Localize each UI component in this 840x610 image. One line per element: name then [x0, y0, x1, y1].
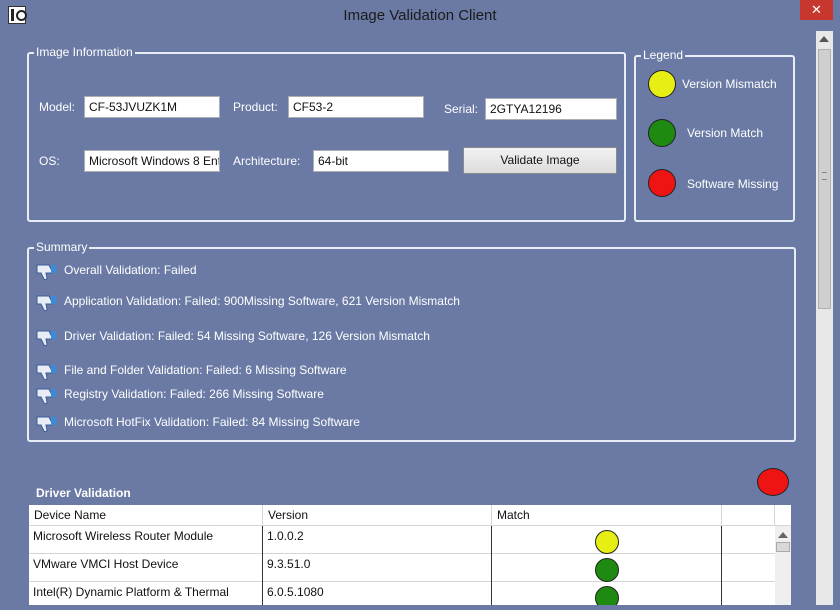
- model-field[interactable]: CF-53JVUZK1M: [84, 96, 220, 118]
- summary-text: Overall Validation: Failed: [64, 263, 197, 277]
- product-field[interactable]: CF53-2: [288, 96, 424, 118]
- title-bar: Image Validation Client ✕: [0, 0, 840, 31]
- legend-group: Legend Version Mismatch Version Match So…: [634, 48, 795, 222]
- scroll-up-arrow-icon[interactable]: [819, 36, 829, 42]
- summary-text: Registry Validation: Failed: 266 Missing…: [64, 387, 324, 401]
- architecture-field[interactable]: 64-bit: [313, 150, 449, 172]
- table-row[interactable]: Intel(R) Dynamic Platform & Thermal 6.0.…: [29, 582, 775, 605]
- version-mismatch-indicator: [648, 70, 676, 98]
- driver-validation-grid: Device Name Version Match Microsoft Wire…: [29, 505, 791, 605]
- device-name-cell: Intel(R) Dynamic Platform & Thermal: [29, 582, 263, 605]
- summary-text: Application Validation: Failed: 900Missi…: [64, 294, 460, 308]
- grid-header: Device Name Version Match: [29, 505, 791, 526]
- close-button[interactable]: ✕: [800, 0, 833, 20]
- match-cell: [492, 526, 722, 554]
- column-header-version[interactable]: Version: [263, 505, 492, 526]
- legend-title: Legend: [641, 48, 686, 62]
- scroll-up-arrow-icon[interactable]: [778, 532, 788, 538]
- device-name-cell: Microsoft Wireless Router Module: [29, 526, 263, 554]
- device-name-cell: VMware VMCI Host Device: [29, 554, 263, 582]
- legend-version-mismatch: Version Mismatch: [682, 77, 777, 91]
- serial-label: Serial:: [444, 102, 479, 116]
- main-content: Image Information Model: CF-53JVUZK1M Pr…: [8, 31, 816, 605]
- image-information-group: Image Information Model: CF-53JVUZK1M Pr…: [27, 45, 626, 222]
- thumbs-down-icon: [36, 295, 56, 312]
- legend-version-match: Version Match: [687, 126, 764, 140]
- serial-field[interactable]: 2GTYA12196: [485, 98, 617, 120]
- version-match-indicator: [595, 586, 619, 605]
- summary-text: Driver Validation: Failed: 54 Missing So…: [64, 329, 430, 343]
- software-missing-indicator: [648, 169, 676, 197]
- os-field[interactable]: Microsoft Windows 8 Enterprise: [84, 150, 220, 172]
- legend-software-missing: Software Missing: [687, 177, 779, 191]
- window-title: Image Validation Client: [343, 7, 497, 24]
- summary-group: Summary Overall Validation: Failed Appli…: [27, 240, 796, 442]
- driver-validation-title: Driver Validation: [36, 486, 131, 500]
- product-label: Product:: [233, 100, 278, 114]
- version-cell: 9.3.51.0: [263, 554, 492, 582]
- thumbs-down-icon: [36, 264, 56, 281]
- match-cell: [492, 554, 722, 582]
- thumbs-down-icon: [36, 416, 56, 433]
- thumbs-down-icon: [36, 388, 56, 405]
- window-scrollbar-thumb[interactable]: [818, 49, 831, 309]
- column-header-device-name[interactable]: Device Name: [29, 505, 263, 526]
- window-scrollbar[interactable]: [816, 31, 833, 605]
- os-label: OS:: [39, 154, 60, 168]
- summary-text: Microsoft HotFix Validation: Failed: 84 …: [64, 415, 360, 429]
- summary-text: File and Folder Validation: Failed: 6 Mi…: [64, 363, 347, 377]
- thumbs-down-icon: [36, 330, 56, 347]
- scrollbar-grip-icon: [822, 172, 827, 180]
- image-information-legend: Image Information: [34, 45, 135, 59]
- column-header-match[interactable]: Match: [492, 505, 722, 526]
- column-header-extra: [722, 505, 775, 526]
- version-match-indicator: [648, 119, 676, 147]
- version-cell: 1.0.0.2: [263, 526, 492, 554]
- summary-title: Summary: [34, 240, 90, 254]
- match-cell: [492, 582, 722, 605]
- thumbs-down-icon: [36, 364, 56, 381]
- grid-scrollbar[interactable]: [775, 526, 791, 605]
- version-mismatch-indicator: [595, 530, 619, 554]
- table-row[interactable]: VMware VMCI Host Device 9.3.51.0: [29, 554, 775, 582]
- driver-validation-status-indicator: [757, 468, 789, 496]
- model-label: Model:: [39, 100, 76, 114]
- architecture-label: Architecture:: [233, 154, 301, 168]
- version-match-indicator: [595, 558, 619, 582]
- validate-image-button[interactable]: Validate Image: [463, 147, 617, 174]
- table-row[interactable]: Microsoft Wireless Router Module 1.0.0.2: [29, 526, 775, 554]
- grid-scrollbar-thumb[interactable]: [776, 542, 790, 552]
- version-cell: 6.0.5.1080: [263, 582, 492, 605]
